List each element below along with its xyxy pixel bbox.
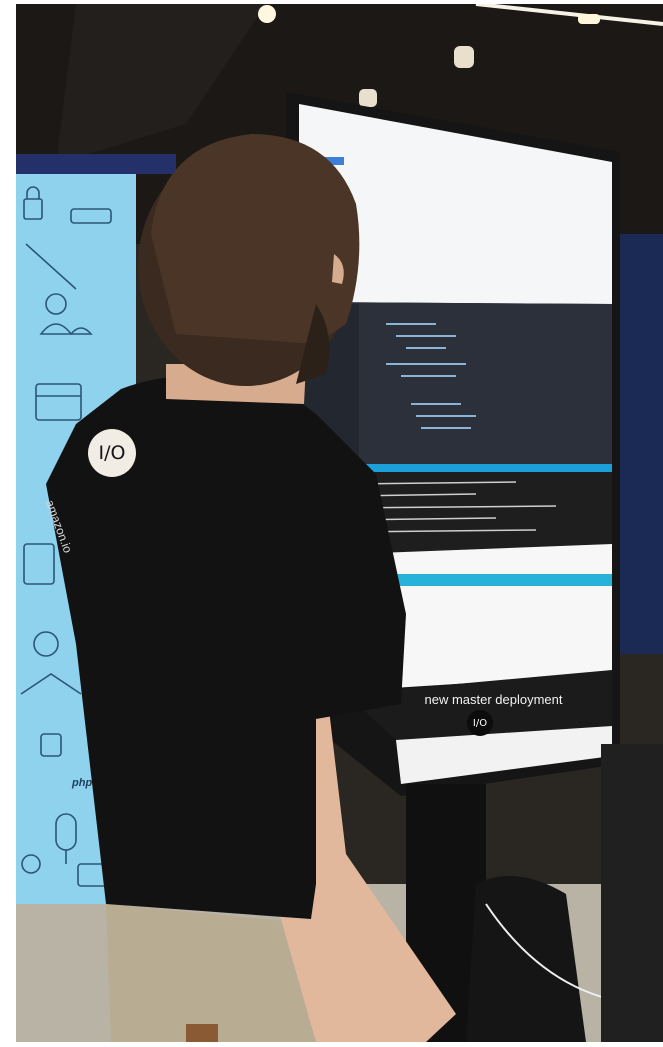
booth-photo: new master deployment I/O I/O amazon.io … [16, 4, 663, 1042]
ceiling-lamp [359, 89, 377, 107]
photo-scene [16, 4, 663, 1042]
side-equipment [601, 744, 663, 1042]
pants-label [186, 1024, 218, 1042]
ceiling-spotlight [258, 5, 276, 23]
deploy-progress-band [376, 574, 612, 586]
screen-io-logo: I/O [467, 710, 493, 736]
backdrop-php-doodle: php [72, 777, 93, 789]
person-hair-highlight [151, 134, 360, 344]
shirt-io-logo: I/O [88, 429, 136, 477]
ceiling-light [578, 14, 600, 24]
screen-banner-text: new master deployment [424, 692, 563, 707]
side-drape [616, 234, 663, 654]
backdrop-top-drape [16, 154, 176, 174]
ceiling-lamp [454, 46, 474, 68]
